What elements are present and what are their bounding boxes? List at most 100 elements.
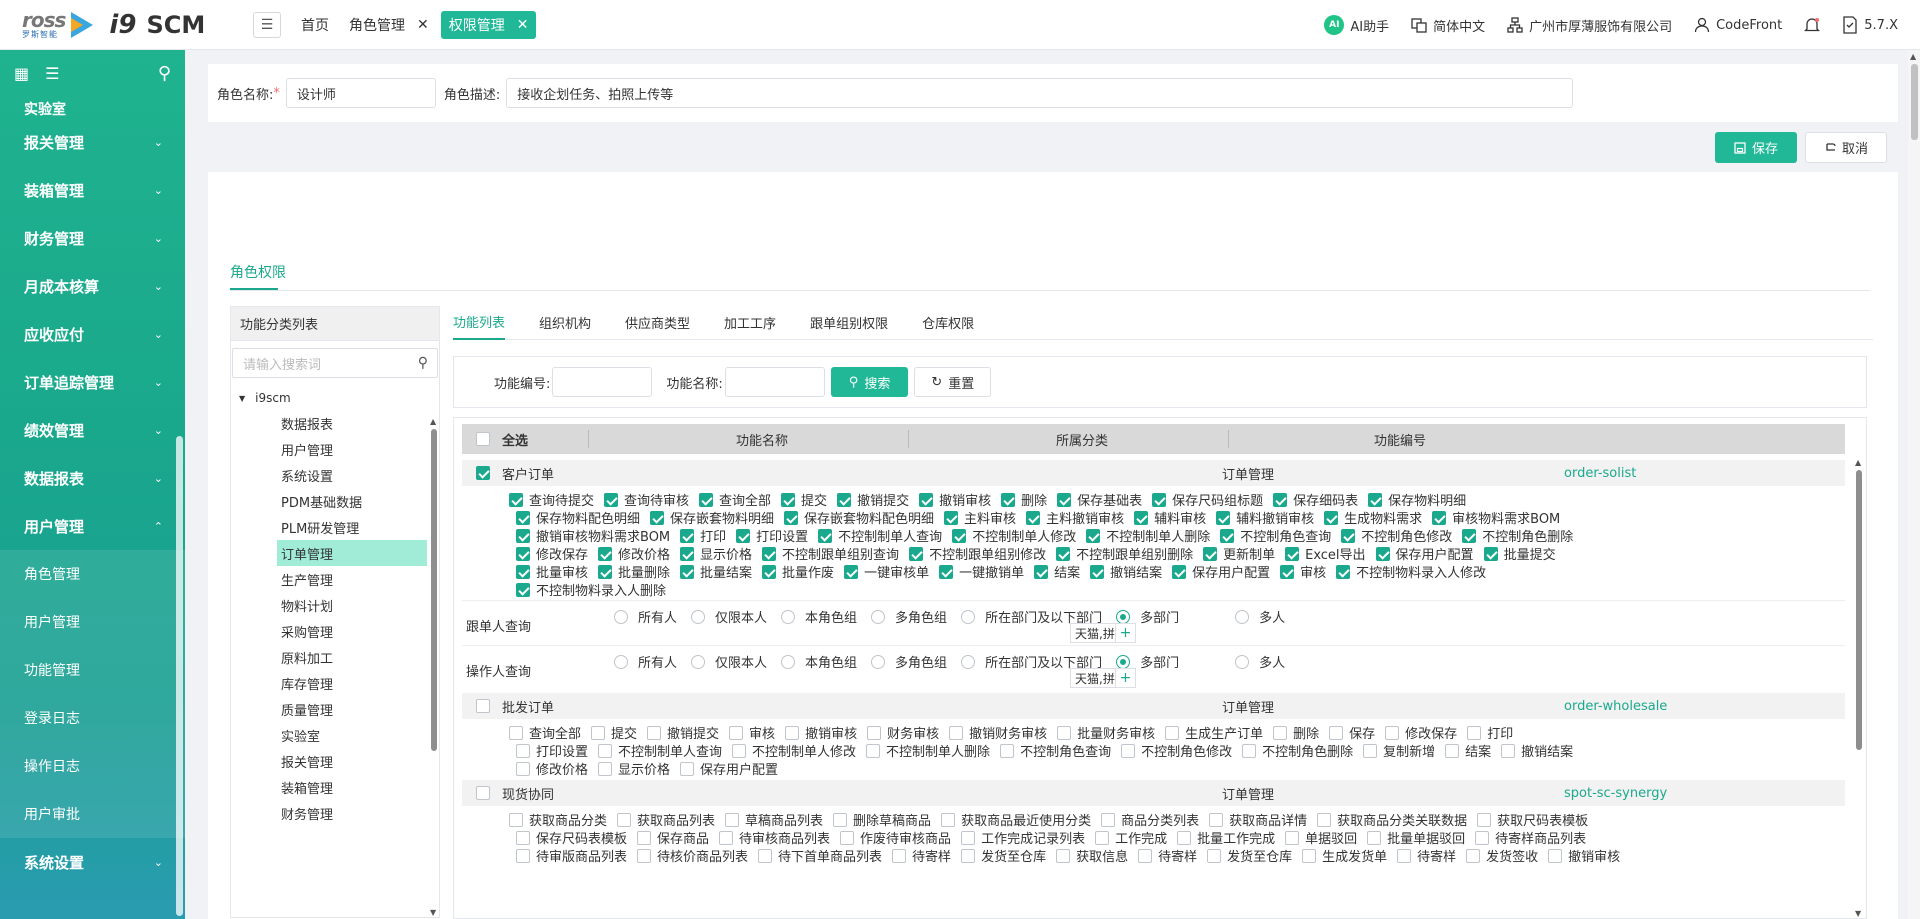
permission-checkbox[interactable]: 复制新增 <box>1363 741 1435 760</box>
function-tab[interactable]: 仓库权限 <box>922 304 974 340</box>
permission-checkbox[interactable]: 保存嵌套物料配色明细 <box>784 508 934 527</box>
radio[interactable] <box>961 609 976 624</box>
permission-checkbox[interactable]: 撤销结案 <box>1090 562 1162 581</box>
sidebar-subitem[interactable]: 功能管理 <box>0 646 185 694</box>
checkbox[interactable] <box>1121 743 1136 758</box>
permission-checkbox[interactable]: 商品分类列表 <box>1101 810 1199 829</box>
department-tag[interactable]: 天猫,拼 <box>1070 623 1116 643</box>
radio[interactable] <box>1235 654 1250 669</box>
reset-button[interactable]: ↻ 重置 <box>914 367 992 397</box>
radio[interactable] <box>1116 654 1131 669</box>
checkbox[interactable] <box>1056 848 1071 863</box>
permission-checkbox[interactable]: 打印设置 <box>736 526 808 545</box>
function-tab[interactable]: 跟单组别权限 <box>810 304 888 340</box>
checkbox[interactable] <box>1242 743 1257 758</box>
checkbox[interactable] <box>1026 510 1041 525</box>
checkbox[interactable] <box>1034 564 1049 579</box>
checkbox[interactable] <box>1341 528 1356 543</box>
radio[interactable] <box>871 654 886 669</box>
checkbox[interactable] <box>1207 848 1222 863</box>
checkbox[interactable] <box>516 743 530 758</box>
checkbox[interactable] <box>941 812 956 827</box>
scope-radio[interactable]: 本角色组 <box>781 607 857 626</box>
checkbox[interactable] <box>617 812 632 827</box>
checkbox[interactable] <box>699 492 714 507</box>
permission-checkbox[interactable]: 辅料撤销审核 <box>1216 508 1314 527</box>
checkbox[interactable] <box>516 848 530 863</box>
permission-checkbox[interactable]: Excel导出 <box>1285 544 1366 563</box>
radio[interactable] <box>1235 609 1250 624</box>
company-switch[interactable]: 广州市厚薄服饰有限公司 <box>1507 16 1672 35</box>
checkbox[interactable] <box>844 564 859 579</box>
scroll-thumb[interactable] <box>1856 470 1862 750</box>
permission-checkbox[interactable]: 获取尺码表模板 <box>1477 810 1588 829</box>
sidebar-subitem[interactable]: 角色管理 <box>0 550 185 598</box>
tree-node[interactable]: 原料加工 <box>231 644 427 670</box>
permission-checkbox[interactable]: 保存用户配置 <box>1375 544 1474 563</box>
permission-checkbox[interactable]: 发货至仓库 <box>1207 846 1292 865</box>
checkbox[interactable] <box>837 492 852 507</box>
checkbox[interactable] <box>680 528 695 543</box>
tree-node[interactable]: 质量管理 <box>231 696 427 722</box>
checkbox[interactable] <box>892 848 907 863</box>
checkbox[interactable] <box>647 725 662 740</box>
checkbox[interactable] <box>762 564 777 579</box>
checkbox[interactable] <box>1209 812 1224 827</box>
scope-radio[interactable]: 多角色组 <box>871 652 947 671</box>
permission-checkbox[interactable]: 获取商品列表 <box>617 810 715 829</box>
radio[interactable] <box>614 654 628 669</box>
checkbox[interactable] <box>598 564 613 579</box>
permission-checkbox[interactable]: 批量单据驳回 <box>1367 828 1465 847</box>
checkbox[interactable] <box>1445 743 1460 758</box>
checkbox[interactable] <box>1466 848 1481 863</box>
scroll-down-icon[interactable]: ▼ <box>1855 909 1861 918</box>
permission-checkbox[interactable]: 保存物料明细 <box>1368 490 1466 509</box>
permission-checkbox[interactable]: 待寄样 <box>1397 846 1456 865</box>
checkbox[interactable] <box>867 725 882 740</box>
tab-role-permission[interactable]: 角色权限 <box>230 262 286 282</box>
permission-checkbox[interactable]: 撤销财务审核 <box>949 723 1047 742</box>
permission-checkbox[interactable]: 查询待提交 <box>509 490 594 509</box>
scroll-thumb[interactable] <box>431 429 437 751</box>
permission-checkbox[interactable]: 待寄样 <box>892 846 951 865</box>
permission-checkbox[interactable]: 主料撤销审核 <box>1026 508 1124 527</box>
sidebar-item[interactable]: 装箱管理 ⌄ <box>0 166 185 214</box>
permission-checkbox[interactable]: 提交 <box>591 723 637 742</box>
permission-checkbox[interactable]: 保存尺码表模板 <box>516 828 627 847</box>
tree-node[interactable]: 库存管理 <box>231 670 427 696</box>
checkbox[interactable] <box>1280 564 1295 579</box>
tab-2[interactable]: 权限管理 ✕ <box>440 10 537 39</box>
close-icon[interactable]: ✕ <box>517 17 529 33</box>
grid-view-icon[interactable]: ▦ <box>14 64 29 83</box>
caret-down-icon[interactable]: ▼ <box>239 394 245 403</box>
permission-checkbox[interactable]: 不控制角色删除 <box>1462 526 1573 545</box>
permission-checkbox[interactable]: 删除 <box>1273 723 1319 742</box>
page-scrollbar[interactable]: ▲ <box>1908 50 1920 919</box>
permission-checkbox[interactable]: 待寄样商品列表 <box>1475 828 1586 847</box>
checkbox[interactable] <box>1095 830 1110 845</box>
permission-checkbox[interactable]: 撤销审核 <box>1548 846 1620 865</box>
tree-node[interactable]: 用户管理 <box>231 436 427 462</box>
permission-checkbox[interactable]: 批量作废 <box>762 562 834 581</box>
user-menu[interactable]: CodeFront <box>1694 17 1782 33</box>
save-button[interactable]: 保存 <box>1715 132 1797 163</box>
permission-checkbox[interactable]: 查询全部 <box>509 723 581 742</box>
tree-node[interactable]: 订单管理 <box>277 540 427 566</box>
permission-checkbox[interactable]: 获取信息 <box>1056 846 1128 865</box>
sidebar-subitem[interactable]: 用户审批 <box>0 790 185 838</box>
checkbox[interactable] <box>719 830 734 845</box>
plus-icon[interactable]: + <box>1116 668 1136 688</box>
tree-node[interactable]: 生产管理 <box>231 566 427 592</box>
sidebar-item[interactable]: 财务管理 ⌄ <box>0 214 185 262</box>
permission-checkbox[interactable]: 不控制物料录入人删除 <box>516 580 666 599</box>
checkbox[interactable] <box>1467 725 1482 740</box>
select-all-checkbox[interactable] <box>476 432 490 446</box>
permission-checkbox[interactable]: 待下首单商品列表 <box>758 846 882 865</box>
function-name-input[interactable] <box>724 367 825 397</box>
scope-radio[interactable]: 仅限本人 <box>691 652 767 671</box>
checkbox[interactable] <box>1548 848 1563 863</box>
checkbox[interactable] <box>680 564 695 579</box>
checkbox[interactable] <box>1273 492 1288 507</box>
category-search-input[interactable]: 请输入搜索词 ⚲ <box>232 348 438 378</box>
checkbox[interactable] <box>729 725 744 740</box>
